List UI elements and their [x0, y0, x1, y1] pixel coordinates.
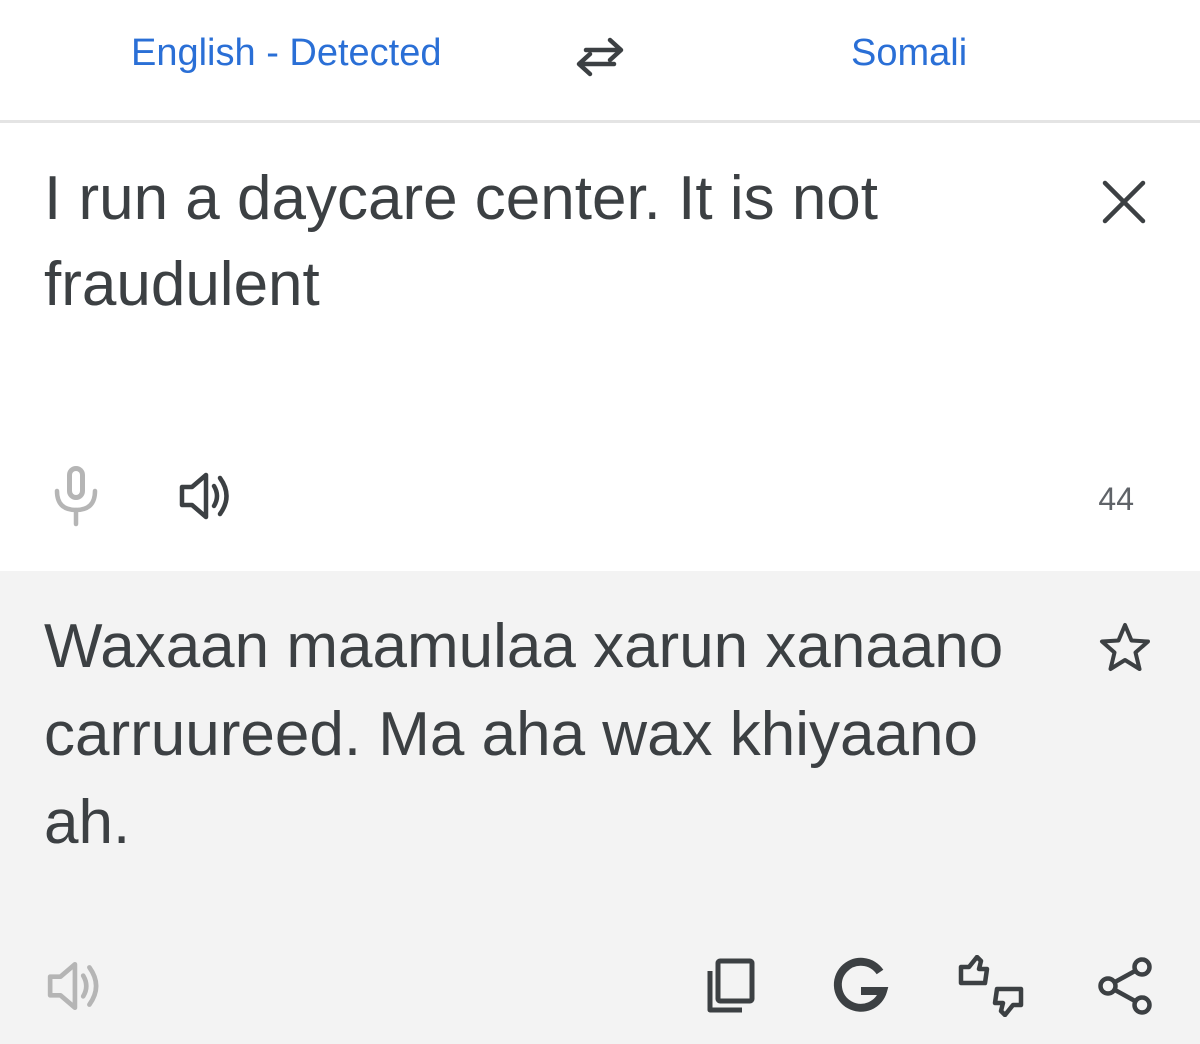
language-bar: English - Detected Somali	[0, 0, 1200, 123]
listen-source-button[interactable]	[178, 469, 238, 523]
source-pane: I run a daycare center. It is not fraudu…	[0, 123, 1200, 571]
translation-text: Waxaan maamulaa xarun xanaano carruureed…	[44, 612, 1004, 857]
swap-languages-button[interactable]	[570, 33, 630, 81]
speaker-icon	[179, 472, 229, 520]
translation-result-pane: Waxaan maamulaa xarun xanaano carruureed…	[0, 571, 1200, 1044]
share-button[interactable]	[1094, 955, 1156, 1017]
save-translation-button[interactable]	[1098, 621, 1152, 675]
character-count: 44	[1098, 481, 1134, 517]
microphone-button[interactable]	[48, 463, 104, 527]
copy-button[interactable]	[700, 955, 762, 1017]
target-language-button[interactable]: Somali	[851, 30, 967, 76]
close-icon	[1102, 180, 1146, 224]
copy-icon	[707, 958, 755, 1013]
speaker-icon	[47, 961, 99, 1011]
microphone-icon	[54, 466, 98, 527]
listen-translation-button[interactable]	[46, 955, 108, 1017]
star-icon	[1100, 623, 1150, 671]
source-text-input[interactable]: I run a daycare center. It is not fraudu…	[44, 156, 1004, 328]
rate-translation-button[interactable]	[955, 955, 1024, 1017]
share-icon	[1098, 957, 1152, 1015]
source-language-button[interactable]: English - Detected	[131, 30, 442, 76]
swap-arrows-icon	[576, 37, 624, 77]
google-icon	[833, 957, 889, 1012]
clear-button[interactable]	[1098, 176, 1150, 228]
feedback-icon	[958, 955, 1024, 1017]
open-in-google-button[interactable]	[830, 955, 892, 1017]
